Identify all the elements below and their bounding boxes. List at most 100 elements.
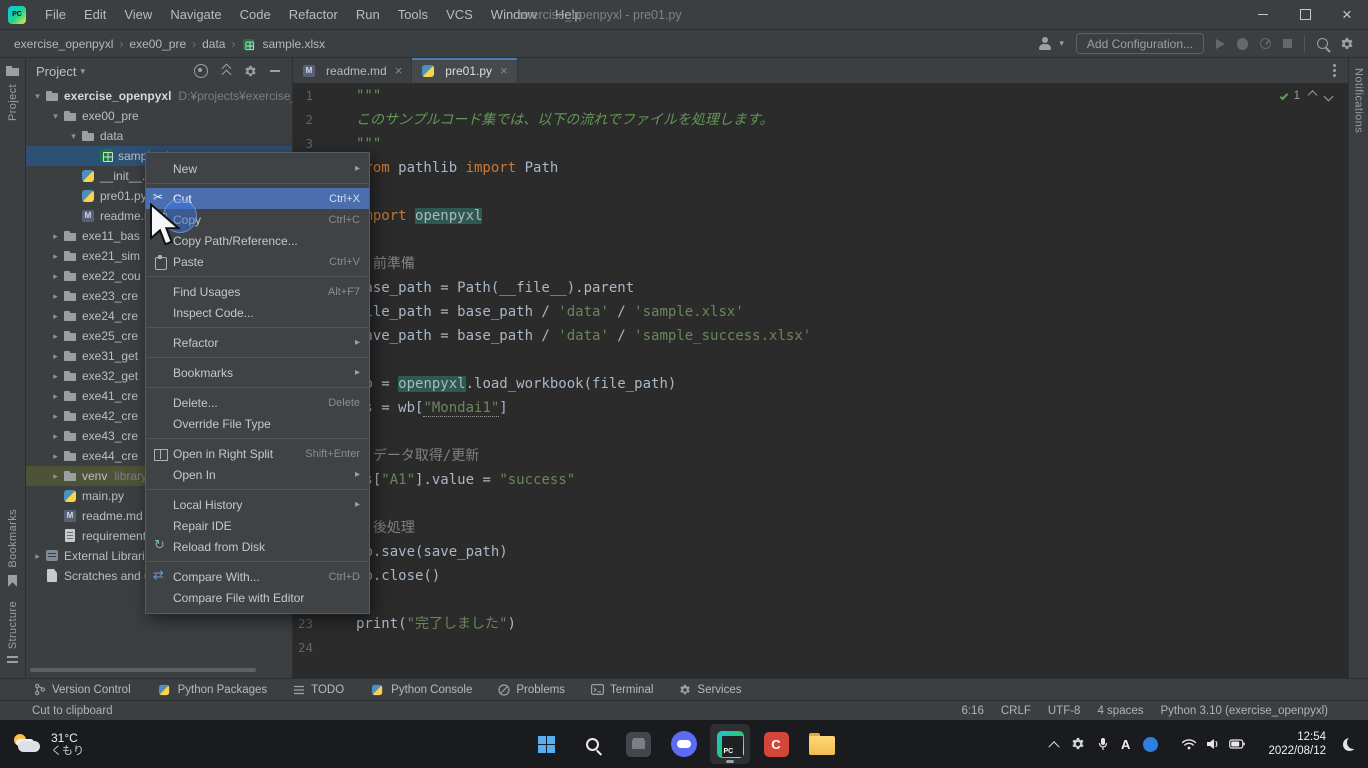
code-line[interactable]: """ bbox=[356, 132, 1348, 156]
menu-navigate[interactable]: Navigate bbox=[161, 0, 230, 30]
stop-icon[interactable] bbox=[1283, 39, 1292, 48]
tree-expanded-icon[interactable]: ▾ bbox=[30, 91, 45, 102]
menu-item-reload-from-disk[interactable]: Reload from Disk bbox=[146, 536, 369, 557]
horizontal-scrollbar[interactable] bbox=[30, 668, 256, 672]
prev-problem-icon[interactable] bbox=[1308, 90, 1318, 100]
tool-strip-notifications[interactable]: Notifications bbox=[1353, 68, 1365, 133]
menu-item-paste[interactable]: PasteCtrl+V bbox=[146, 251, 369, 272]
code-line[interactable]: # データ取得/更新 bbox=[356, 444, 1348, 468]
project-tool-icon[interactable] bbox=[6, 66, 19, 76]
chevron-down-icon[interactable]: ▾ bbox=[80, 66, 85, 77]
editor-code[interactable]: """このサンプルコード集では、以下の流れでファイルを処理します。"""from… bbox=[356, 84, 1348, 678]
tree-expanded-icon[interactable]: ▾ bbox=[48, 111, 63, 122]
code-line[interactable]: wb.close() bbox=[356, 564, 1348, 588]
menu-edit[interactable]: Edit bbox=[75, 0, 115, 30]
menu-refactor[interactable]: Refactor bbox=[280, 0, 347, 30]
menu-item-delete[interactable]: Delete...Delete bbox=[146, 392, 369, 413]
tree-item-data[interactable]: ▾data bbox=[26, 126, 292, 146]
code-line[interactable] bbox=[356, 636, 1348, 660]
code-line[interactable]: このサンプルコード集では、以下の流れでファイルを処理します。 bbox=[356, 108, 1348, 132]
focus-assist-moon-icon[interactable] bbox=[1343, 738, 1356, 751]
menu-file[interactable]: File bbox=[36, 0, 75, 30]
breadcrumb-item-sample-xlsx[interactable]: sample.xlsx bbox=[260, 37, 327, 51]
tree-collapsed-icon[interactable]: ▸ bbox=[48, 271, 63, 282]
network-volume-battery[interactable] bbox=[1181, 738, 1245, 750]
maximize-icon[interactable] bbox=[1284, 0, 1326, 30]
taskbar-app-explorer[interactable] bbox=[802, 724, 842, 764]
tab-readme-md[interactable]: readme.md× bbox=[293, 58, 412, 83]
weather-widget[interactable]: 31°C くもり bbox=[0, 731, 84, 758]
menu-item-open-in[interactable]: Open In▸ bbox=[146, 464, 369, 485]
menu-item-local-history[interactable]: Local History▸ bbox=[146, 494, 369, 515]
tray-expand-icon[interactable] bbox=[1048, 741, 1059, 752]
add-configuration-button[interactable]: Add Configuration... bbox=[1076, 33, 1204, 54]
code-line[interactable]: """ bbox=[356, 84, 1348, 108]
tree-collapsed-icon[interactable]: ▸ bbox=[48, 231, 63, 242]
tab-close-icon[interactable]: × bbox=[500, 63, 508, 78]
code-line[interactable]: file_path = base_path / 'data' / 'sample… bbox=[356, 300, 1348, 324]
structure-icon[interactable] bbox=[7, 656, 18, 666]
tree-collapsed-icon[interactable]: ▸ bbox=[48, 311, 63, 322]
toolwindow-version-control[interactable]: Version Control bbox=[34, 683, 131, 696]
taskbar-app-app-gray[interactable] bbox=[618, 724, 658, 764]
menu-tools[interactable]: Tools bbox=[389, 0, 437, 30]
toolwindow-todo[interactable]: TODO bbox=[293, 684, 344, 696]
tree-item-exe00-pre[interactable]: ▾exe00_pre bbox=[26, 106, 292, 126]
code-line[interactable] bbox=[356, 492, 1348, 516]
breadcrumb-item-data[interactable]: data bbox=[200, 37, 227, 51]
menu-item-inspect-code[interactable]: Inspect Code... bbox=[146, 302, 369, 323]
toolwindow-problems[interactable]: Problems bbox=[498, 684, 565, 696]
microphone-icon[interactable] bbox=[1098, 737, 1108, 751]
profiler-icon[interactable] bbox=[1260, 38, 1271, 49]
indent-setting[interactable]: 4 spaces bbox=[1097, 705, 1143, 717]
code-line[interactable]: ws["A1"].value = "success" bbox=[356, 468, 1348, 492]
tree-collapsed-icon[interactable]: ▸ bbox=[48, 371, 63, 382]
tree-collapsed-icon[interactable]: ▸ bbox=[48, 351, 63, 362]
menu-item-override-file-type[interactable]: Override File Type bbox=[146, 413, 369, 434]
code-line[interactable]: ws = wb["Mondai1"] bbox=[356, 396, 1348, 420]
code-line[interactable]: wb.save(save_path) bbox=[356, 540, 1348, 564]
tool-strip-structure[interactable]: Structure bbox=[7, 601, 19, 649]
menu-item-compare-with[interactable]: Compare With...Ctrl+D bbox=[146, 566, 369, 587]
code-line[interactable]: from pathlib import Path bbox=[356, 156, 1348, 180]
run-icon[interactable] bbox=[1216, 39, 1225, 49]
tree-collapsed-icon[interactable]: ▸ bbox=[48, 411, 63, 422]
breadcrumb-item-exe00-pre[interactable]: exe00_pre bbox=[127, 37, 188, 51]
code-line[interactable] bbox=[356, 588, 1348, 612]
code-line[interactable] bbox=[356, 180, 1348, 204]
code-line[interactable] bbox=[356, 348, 1348, 372]
tree-collapsed-icon[interactable]: ▸ bbox=[48, 431, 63, 442]
tab-close-icon[interactable]: × bbox=[395, 63, 403, 78]
blue-app-tray-icon[interactable] bbox=[1143, 737, 1158, 752]
taskbar-app-app-c[interactable] bbox=[756, 724, 796, 764]
code-line[interactable]: # 前準備 bbox=[356, 252, 1348, 276]
tree-collapsed-icon[interactable]: ▸ bbox=[30, 551, 45, 562]
tree-collapsed-icon[interactable]: ▸ bbox=[48, 451, 63, 462]
code-line[interactable]: # 後処理 bbox=[356, 516, 1348, 540]
tab-bar-options[interactable] bbox=[1321, 58, 1348, 83]
next-problem-icon[interactable] bbox=[1324, 91, 1334, 101]
tool-strip-bookmarks[interactable]: Bookmarks bbox=[7, 509, 19, 568]
toolwindow-python-packages[interactable]: Python Packages bbox=[157, 683, 268, 697]
tool-strip-project[interactable]: Project bbox=[7, 84, 19, 121]
taskbar-app-pycharm[interactable] bbox=[710, 724, 750, 764]
taskbar-app-discord[interactable] bbox=[664, 724, 704, 764]
tree-item-exercise-openpyxl[interactable]: ▾exercise_openpyxlD:¥projects¥exercise_o… bbox=[26, 86, 292, 106]
tree-collapsed-icon[interactable]: ▸ bbox=[48, 391, 63, 402]
panel-settings-gear-icon[interactable] bbox=[244, 65, 257, 78]
tree-collapsed-icon[interactable]: ▸ bbox=[48, 331, 63, 342]
taskbar-clock[interactable]: 12:54 2022/08/12 bbox=[1268, 730, 1326, 758]
tab-pre01-py[interactable]: pre01.py× bbox=[412, 58, 517, 83]
minimize-icon[interactable] bbox=[1242, 0, 1284, 30]
menu-run[interactable]: Run bbox=[347, 0, 389, 30]
tray-settings-gear-icon[interactable] bbox=[1071, 737, 1085, 751]
caret-position[interactable]: 6:16 bbox=[961, 705, 983, 717]
close-icon[interactable] bbox=[1326, 0, 1368, 30]
file-encoding[interactable]: UTF-8 bbox=[1048, 705, 1081, 717]
toolwindow-services[interactable]: Services bbox=[679, 684, 741, 696]
menu-code[interactable]: Code bbox=[231, 0, 280, 30]
taskbar-app-search[interactable] bbox=[572, 724, 612, 764]
menu-item-open-in-right-split[interactable]: Open in Right SplitShift+Enter bbox=[146, 443, 369, 464]
menu-item-repair-ide[interactable]: Repair IDE bbox=[146, 515, 369, 536]
python-interpreter[interactable]: Python 3.10 (exercise_openpyxl) bbox=[1161, 705, 1329, 717]
